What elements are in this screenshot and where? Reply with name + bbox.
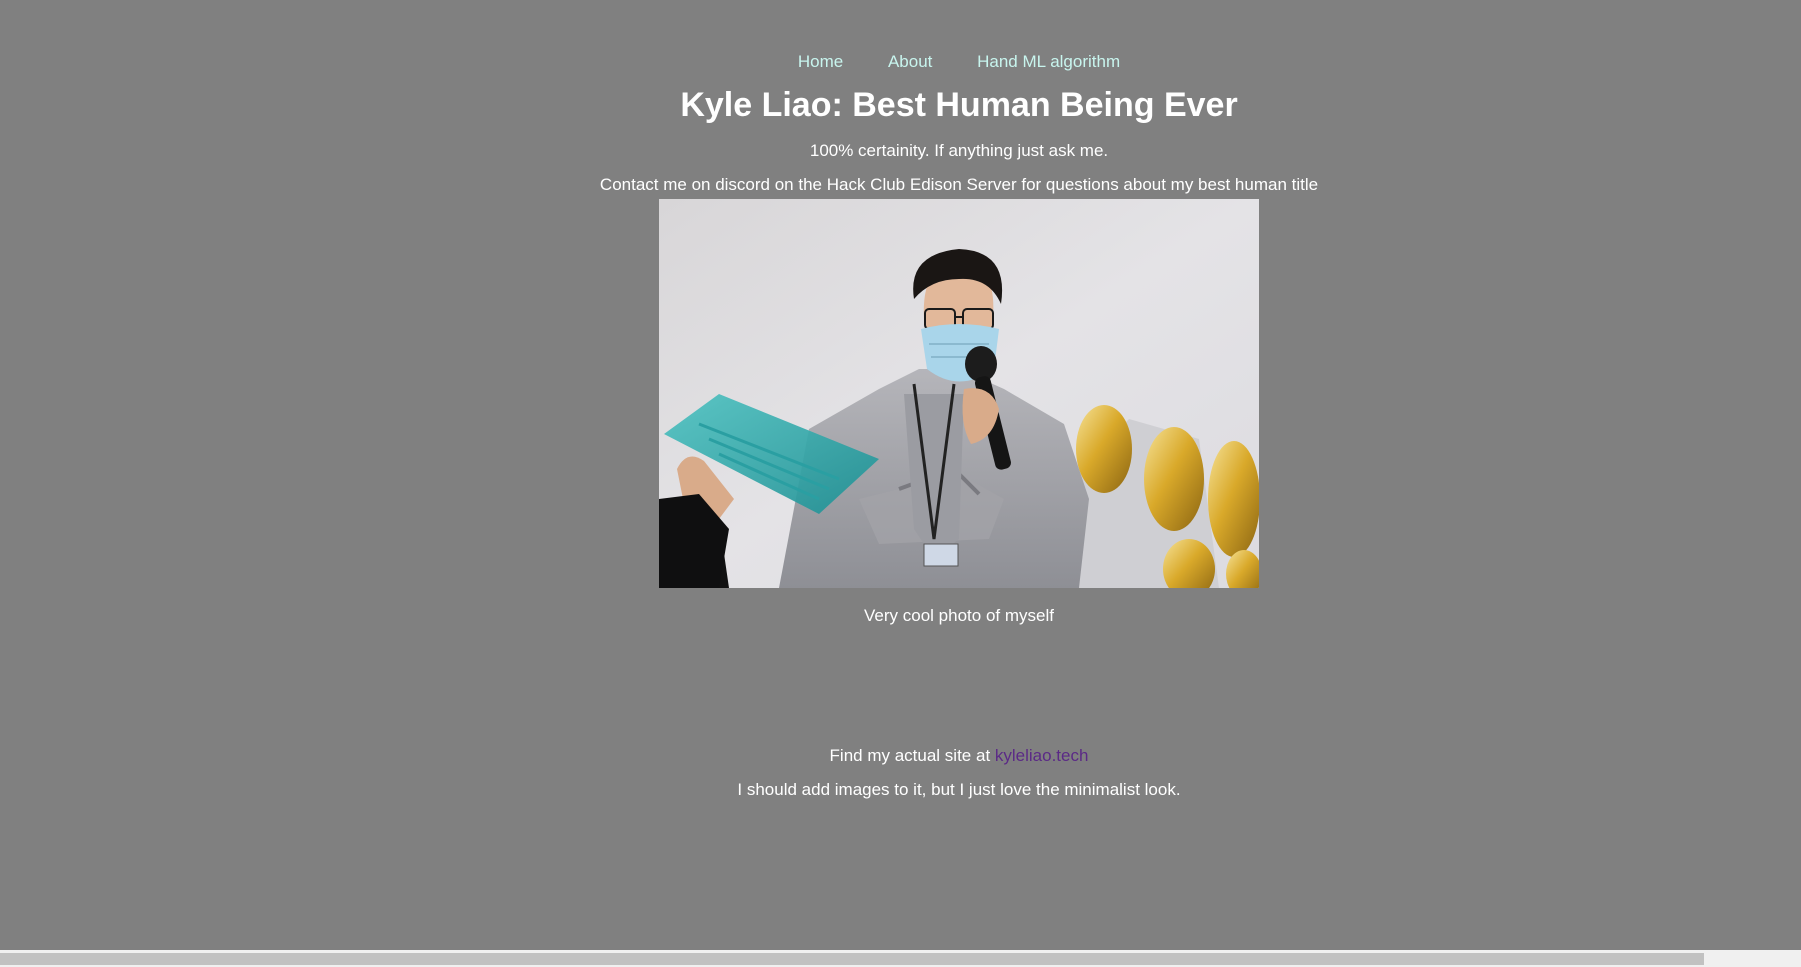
page: Home About Hand ML algorithm Kyle Liao: …: [0, 0, 1801, 967]
site-link[interactable]: kyleliao.tech: [995, 746, 1089, 765]
profile-photo-illustration: [659, 199, 1259, 588]
tagline-text: 100% certainity. If anything just ask me…: [809, 141, 1109, 160]
minimalist-note: I should add images to it, but I just lo…: [737, 780, 1181, 799]
page-title: Kyle Liao: Best Human Being Ever: [680, 86, 1238, 124]
main-content: Home About Hand ML algorithm Kyle Liao: …: [0, 0, 1801, 801]
nav-link-about[interactable]: About: [888, 52, 932, 71]
photo-caption: Very cool photo of myself: [864, 606, 1054, 625]
actual-site-text: Find my actual site at kyleliao.tech: [0, 745, 1801, 767]
nav-link-home[interactable]: Home: [798, 52, 843, 71]
contact-text: Contact me on discord on the Hack Club E…: [599, 175, 1319, 194]
top-nav: Home About Hand ML algorithm: [0, 0, 1801, 73]
nav-link-hand-ml-algorithm[interactable]: Hand ML algorithm: [977, 52, 1120, 71]
actual-site-prefix: Find my actual site at: [829, 746, 995, 765]
profile-photo: [659, 199, 1259, 588]
horizontal-scrollbar[interactable]: [0, 950, 1801, 967]
scrollbar-thumb[interactable]: [0, 953, 1704, 965]
